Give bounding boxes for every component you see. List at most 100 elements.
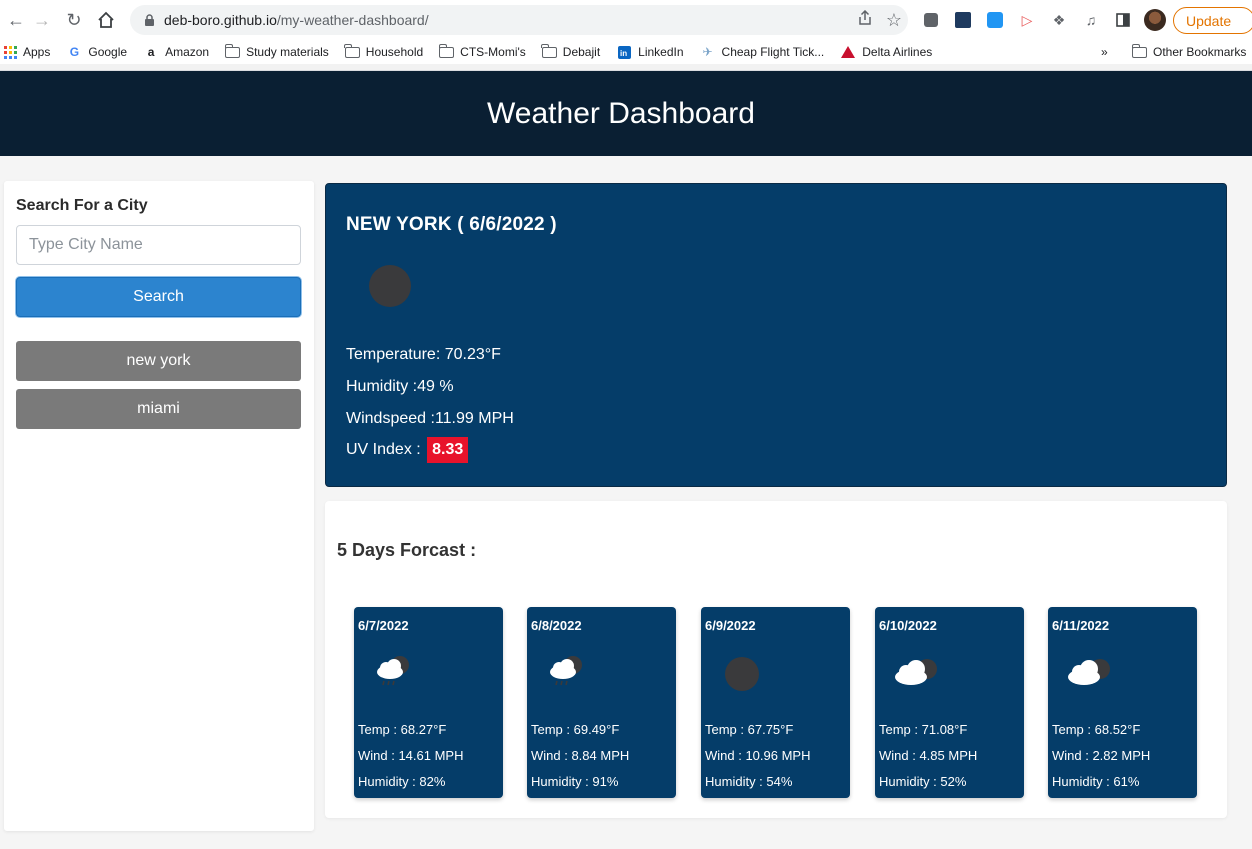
forecast-humidity: Humidity : 82% <box>358 774 446 789</box>
folder-icon <box>541 43 557 58</box>
share-icon[interactable] <box>858 9 872 30</box>
forecast-date: 6/7/2022 <box>358 618 409 633</box>
folder-icon <box>438 43 455 58</box>
extension-icon-1[interactable] <box>920 9 942 31</box>
google-icon: G <box>69 45 80 59</box>
forecast-humidity: Humidity : 52% <box>879 774 967 789</box>
forecast-wind: Wind : 2.82 MPH <box>1052 748 1151 763</box>
forecast-card: 6/10/2022 Temp : 71.08°F Wind : 4.85 MPH… <box>875 607 1024 798</box>
rain-cloud-icon <box>377 656 409 686</box>
bookmark-label: Google <box>88 45 128 59</box>
forecast-temp: Temp : 69.49°F <box>531 722 620 737</box>
forecast-temp: Temp : 71.08°F <box>879 722 968 737</box>
bookmark-label: Delta Airlines <box>862 45 933 59</box>
bookmark-google[interactable]: G Google <box>66 45 127 59</box>
history-button-miami[interactable]: miami <box>16 389 301 429</box>
bookmark-linkedin[interactable]: in LinkedIn <box>616 45 684 59</box>
folder-icon <box>1131 43 1147 58</box>
page: Weather Dashboard Search For a City Sear… <box>0 71 1252 849</box>
bookmark-study-materials[interactable]: Study materials <box>224 43 329 59</box>
forecast-card: 6/9/2022 Temp : 67.75°F Wind : 10.96 MPH… <box>701 607 850 798</box>
forecast-card: 6/11/2022 Temp : 68.52°F Wind : 2.82 MPH… <box>1048 607 1197 798</box>
bookmark-label: Debajit <box>562 45 601 59</box>
extension-icon-4[interactable]: ▷ <box>1016 9 1038 31</box>
rain-cloud-icon <box>550 656 582 686</box>
search-button[interactable]: Search <box>16 277 301 317</box>
forecast-date: 6/8/2022 <box>531 618 582 633</box>
city-search-input[interactable] <box>16 225 301 265</box>
bookmark-amazon[interactable]: a Amazon <box>143 45 209 59</box>
extension-icon-2[interactable] <box>952 9 974 31</box>
forecast-date: 6/11/2022 <box>1052 618 1110 633</box>
address-bar[interactable]: deb-boro.github.io/my-weather-dashboard/… <box>130 5 908 35</box>
uv-label: UV Index : <box>346 441 421 458</box>
forecast-card: 6/8/2022 Temp : 69.49°F Wind : 8.84 MPH … <box>527 607 676 798</box>
forecast-temp: Temp : 68.52°F <box>1052 722 1141 737</box>
uv-value-badge: 8.33 <box>427 437 469 463</box>
reload-icon[interactable]: ↻ <box>58 4 90 36</box>
bookmark-label: CTS-Momi's <box>460 45 526 59</box>
bookmark-label: Apps <box>23 45 51 59</box>
history-button-new-york[interactable]: new york <box>16 341 301 381</box>
forecast-humidity: Humidity : 61% <box>1052 774 1140 789</box>
forecast-wind: Wind : 4.85 MPH <box>879 748 978 763</box>
amazon-icon: a <box>147 45 155 59</box>
bookmark-label: Other Bookmarks <box>1153 45 1247 59</box>
url-text: deb-boro.github.io/my-weather-dashboard/ <box>164 12 429 28</box>
search-heading: Search For a City <box>16 197 148 214</box>
linkedin-icon: in <box>616 45 632 59</box>
folder-icon <box>224 43 241 58</box>
home-icon[interactable] <box>90 4 122 36</box>
page-title: Weather Dashboard <box>487 96 755 130</box>
delta-icon <box>840 45 856 59</box>
forecast-wind: Wind : 8.84 MPH <box>531 748 630 763</box>
profile-avatar[interactable] <box>1144 9 1166 31</box>
current-weather-card: NEW YORK ( 6/6/2022 ) Temperature: 70.23… <box>325 183 1227 487</box>
cloudy-icon <box>895 659 937 685</box>
bookmark-label: Amazon <box>165 45 210 59</box>
puzzle-extensions-icon[interactable]: ❖ <box>1048 9 1070 31</box>
bookmark-label: LinkedIn <box>638 45 684 59</box>
forecast-section: 5 Days Forcast : 6/7/2022 Temp : 68.27°F… <box>325 501 1227 818</box>
bookmark-household[interactable]: Household <box>344 43 423 59</box>
forecast-date: 6/9/2022 <box>705 618 756 633</box>
apps-grid-icon <box>4 45 17 59</box>
lock-icon <box>142 13 156 27</box>
cloudy-icon <box>1068 659 1110 685</box>
bookmark-cheap-flights[interactable]: ✈ Cheap Flight Tick... <box>700 45 825 59</box>
forward-arrow-icon[interactable]: → <box>26 4 58 36</box>
current-windspeed: Windspeed :11.99 MPH <box>346 410 514 427</box>
forecast-date: 6/10/2022 <box>879 618 937 633</box>
current-temperature: Temperature: 70.23°F <box>346 346 501 363</box>
bookmark-delta-airlines[interactable]: Delta Airlines <box>840 45 932 59</box>
forecast-temp: Temp : 67.75°F <box>705 722 794 737</box>
weather-icon <box>725 657 759 691</box>
current-city-date: NEW YORK ( 6/6/2022 ) <box>346 214 557 235</box>
overflow-chevron-icon: » <box>1101 45 1108 59</box>
current-humidity: Humidity :49 % <box>346 378 454 395</box>
bookmark-cts-momis[interactable]: CTS-Momi's <box>438 43 526 59</box>
browser-toolbar: ← → ↻ deb-boro.github.io/my-weather-dash… <box>0 0 1252 40</box>
airplane-icon: ✈ <box>702 45 713 59</box>
shield-extension-icon[interactable] <box>984 9 1006 31</box>
search-sidebar: Search For a City Search new york miami <box>4 181 314 831</box>
forecast-temp: Temp : 68.27°F <box>358 722 447 737</box>
update-button[interactable]: Update <box>1173 7 1252 34</box>
bookmark-label: Study materials <box>246 45 329 59</box>
bookmark-apps[interactable]: Apps <box>4 45 50 59</box>
forecast-humidity: Humidity : 54% <box>705 774 793 789</box>
side-panel-icon[interactable] <box>1112 9 1134 31</box>
forecast-card: 6/7/2022 Temp : 68.27°F Wind : 14.61 MPH… <box>354 607 503 798</box>
bookmark-debajit[interactable]: Debajit <box>541 43 601 59</box>
site-header: Weather Dashboard <box>0 71 1252 156</box>
folder-icon <box>344 43 360 58</box>
bookmark-label: Cheap Flight Tick... <box>721 45 825 59</box>
bookmarks-bar: Apps G Google a Amazon Study materials H… <box>0 40 1252 64</box>
bookmarks-overflow-button[interactable]: » <box>1101 45 1108 59</box>
svg-text:in: in <box>620 49 627 58</box>
forecast-wind: Wind : 10.96 MPH <box>705 748 811 763</box>
star-bookmark-icon[interactable]: ☆ <box>886 10 902 31</box>
forecast-wind: Wind : 14.61 MPH <box>358 748 464 763</box>
media-playlist-icon[interactable]: ♫ <box>1080 9 1102 31</box>
other-bookmarks[interactable]: Other Bookmarks <box>1131 43 1247 59</box>
